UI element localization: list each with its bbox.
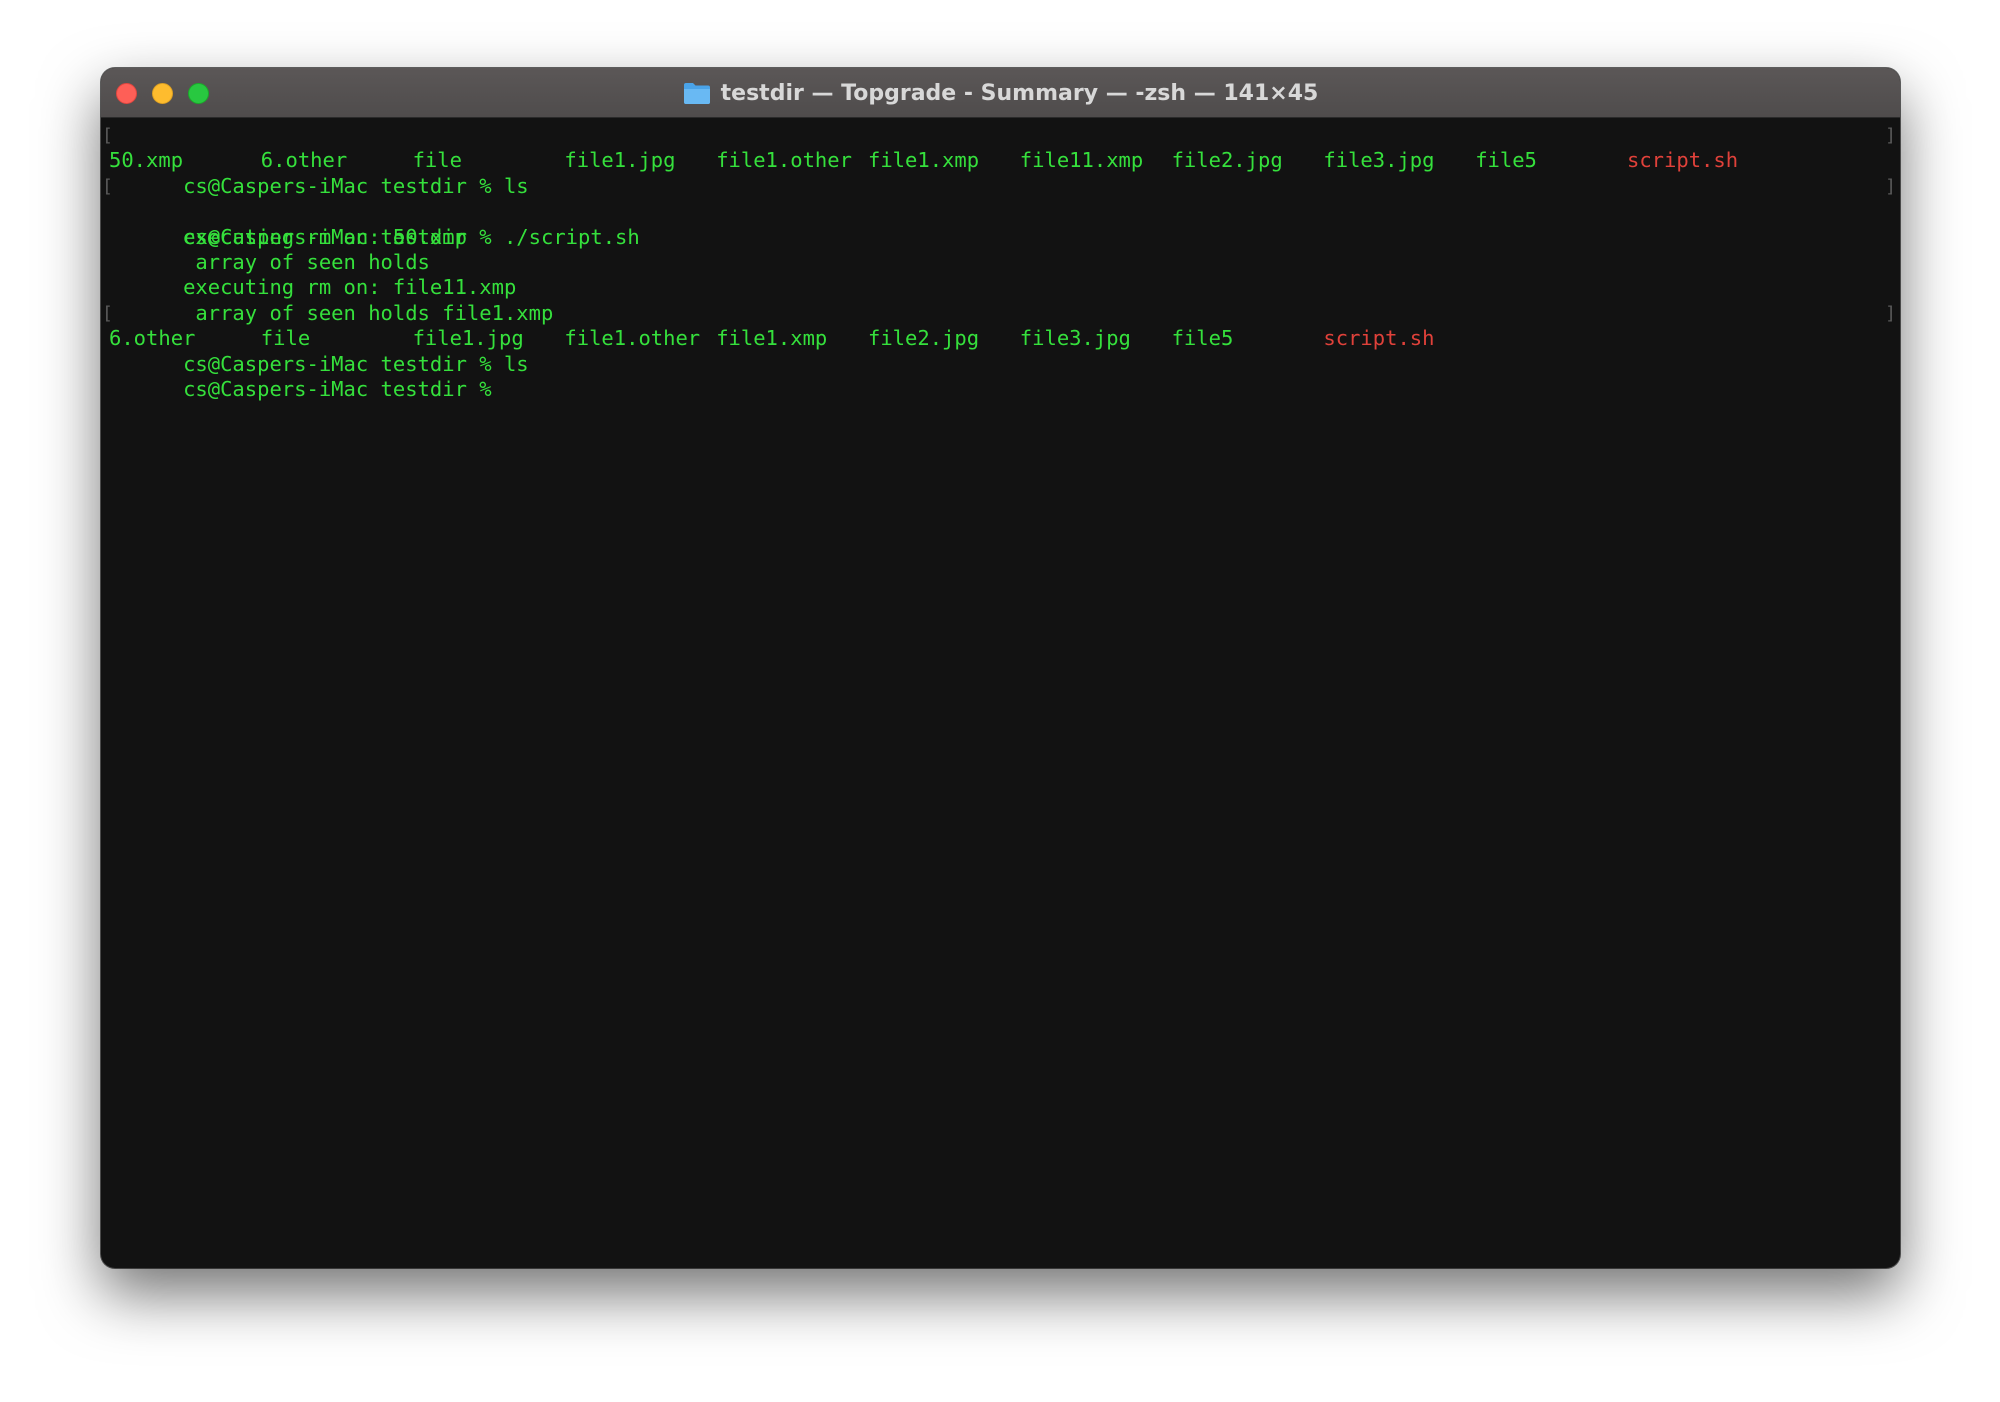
ls-output-row: 6.other file file1.jpg file1.other file1… (109, 326, 1892, 351)
ls-entry: file5 (1475, 148, 1537, 173)
ls-entry: file1.other (716, 148, 852, 173)
line-mark: [ (102, 302, 113, 324)
ls-entry: 6.other (260, 148, 348, 173)
window-title-area: testdir — Topgrade - Summary — -zsh — 14… (101, 68, 1900, 118)
terminal-line: [ cs@Caspers-iMac testdir % ./script.sh … (102, 174, 1896, 249)
terminal-line: executing rm on: file11.xmp (109, 250, 1892, 299)
terminal-line: array of seen holds file1.xmp (109, 275, 1892, 325)
ls-entry: file1.jpg (412, 326, 524, 351)
ls-entry-executable: script.sh (1323, 326, 1435, 351)
terminal-line: executing rm on: 50.xmp (109, 199, 1892, 249)
window-title: testdir — Topgrade - Summary — -zsh — 14… (720, 80, 1319, 106)
folder-icon (683, 81, 711, 105)
ls-entry: file1.jpg (564, 148, 676, 173)
ls-entry: 50.xmp (109, 148, 184, 173)
ls-entry: file (412, 148, 462, 173)
terminal-line: [ cs@Caspers-iMac testdir % ls ] (102, 301, 1896, 376)
ls-entry-executable: script.sh (1627, 148, 1739, 173)
line-mark: ] (1885, 175, 1896, 197)
line-mark: ] (1885, 302, 1896, 324)
terminal-window: testdir — Topgrade - Summary — -zsh — 14… (101, 68, 1900, 1268)
line-mark: ] (1885, 125, 1896, 146)
ls-entry: file1.other (564, 326, 701, 351)
ls-entry: file (260, 326, 311, 351)
terminal-line: array of seen holds (109, 225, 1892, 274)
title-bar[interactable]: testdir — Topgrade - Summary — -zsh — 14… (101, 68, 1900, 118)
ls-entry: file3.jpg (1019, 326, 1131, 351)
ls-entry: file1.xmp (716, 326, 828, 351)
ls-output-row: 50.xmp 6.other file file1.jpg file1.othe… (109, 148, 1892, 173)
line-mark: [ (102, 175, 113, 197)
ls-entry: file2.jpg (868, 326, 980, 351)
ls-entry: file5 (1171, 326, 1234, 351)
ls-entry: file11.xmp (1019, 148, 1144, 173)
ls-entry: file3.jpg (1323, 148, 1435, 173)
ls-entry: file2.jpg (1171, 148, 1283, 173)
current-prompt[interactable]: cs@Caspers-iMac testdir % (183, 377, 492, 401)
ls-entry: 6.other (109, 326, 196, 351)
terminal-content[interactable]: [ cs@Caspers-iMac testdir % ls ] 50.xmp … (102, 123, 1896, 1268)
line-mark: [ (102, 125, 113, 146)
terminal-line: cs@Caspers-iMac testdir % (109, 352, 1892, 401)
ls-entry: file1.xmp (868, 148, 980, 173)
terminal-line: [ cs@Caspers-iMac testdir % ls ] (102, 123, 1896, 198)
